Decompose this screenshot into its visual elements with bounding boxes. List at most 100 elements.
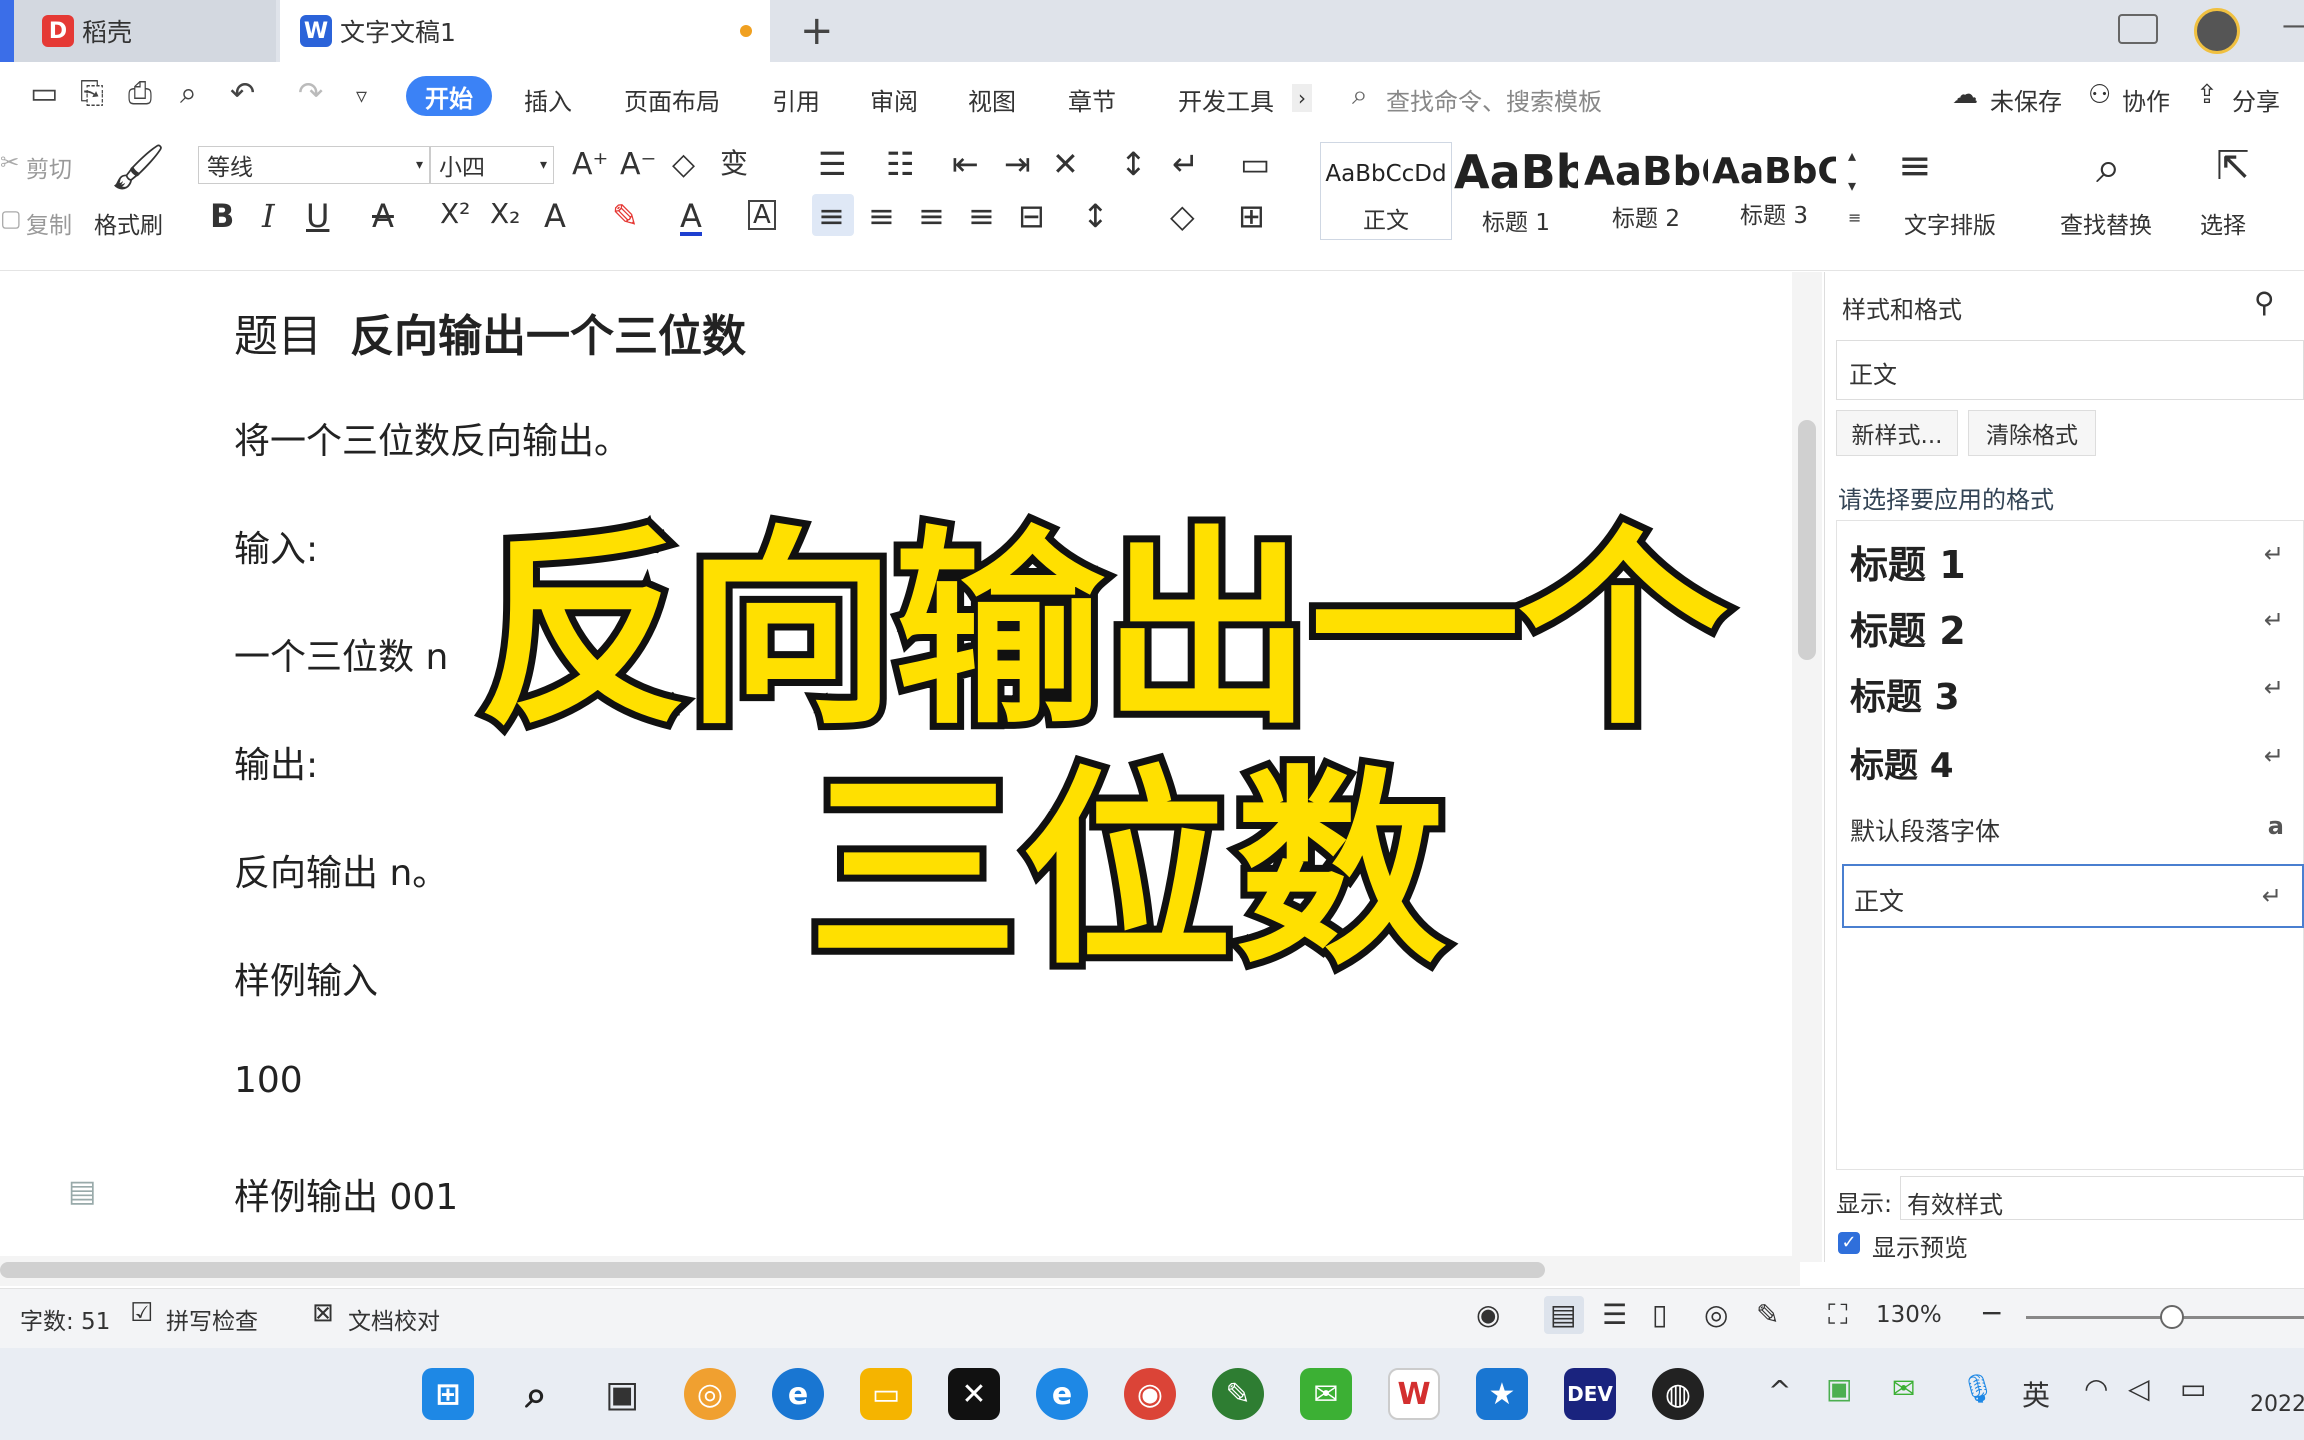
- font-color-icon[interactable]: A: [680, 200, 702, 236]
- save-icon[interactable]: ▭: [30, 76, 58, 111]
- paragraph[interactable]: 将一个三位数反向输出。: [234, 412, 630, 464]
- doc-outline-icon[interactable]: ▤: [68, 1174, 96, 1209]
- user-avatar[interactable]: [2194, 8, 2240, 54]
- obs-icon[interactable]: ◍: [1652, 1368, 1704, 1420]
- bullet-list-icon[interactable]: ☰: [818, 148, 847, 180]
- style-scroll-down-icon[interactable]: ▾: [1848, 176, 1856, 195]
- paragraph[interactable]: 输入:: [234, 520, 318, 572]
- chrome-icon[interactable]: ◉: [1124, 1368, 1176, 1420]
- style-list-heading-1[interactable]: 标题 1: [1850, 534, 1966, 589]
- ie-browser-icon[interactable]: e: [1036, 1368, 1088, 1420]
- nvidia-tray-icon[interactable]: ▣: [1826, 1372, 1852, 1405]
- taskbar-date[interactable]: 2022/: [2250, 1392, 2304, 1417]
- justify-icon[interactable]: ≡: [968, 200, 995, 232]
- decrease-indent-icon[interactable]: ⇤: [952, 148, 979, 180]
- style-heading-3[interactable]: AaBbC 标题 3: [1712, 145, 1836, 235]
- menu-review[interactable]: 审阅: [870, 82, 918, 117]
- style-more-icon[interactable]: ≡: [1848, 208, 1861, 227]
- zoom-slider-thumb[interactable]: [2160, 1305, 2184, 1329]
- text-layout-icon[interactable]: ≡: [1898, 146, 1932, 186]
- customize-toolbar-icon[interactable]: ▿: [356, 84, 367, 109]
- bold-icon[interactable]: B: [210, 200, 234, 232]
- paragraph[interactable]: 反向输出 n。: [234, 844, 448, 896]
- menu-references[interactable]: 引用: [772, 82, 820, 117]
- menu-start[interactable]: 开始: [406, 76, 492, 116]
- strikethrough-icon[interactable]: A: [372, 200, 394, 232]
- select-label[interactable]: 选择: [2200, 206, 2246, 240]
- wechat-tray-icon[interactable]: ✉: [1892, 1372, 1915, 1405]
- tray-expand-icon[interactable]: ^: [1768, 1374, 1791, 1407]
- styles-panel-title[interactable]: 样式和格式: [1842, 290, 1962, 325]
- style-scroll-up-icon[interactable]: ▴: [1848, 146, 1856, 165]
- zoom-out-icon[interactable]: −: [1980, 1296, 2003, 1329]
- menu-view[interactable]: 视图: [968, 82, 1016, 117]
- cut-button[interactable]: 剪切: [26, 150, 72, 184]
- menu-chapter[interactable]: 章节: [1068, 82, 1116, 117]
- show-marks-icon[interactable]: ↵: [1172, 148, 1199, 180]
- shading-icon[interactable]: ◇: [1170, 200, 1195, 232]
- style-list-default-font[interactable]: 默认段落字体: [1850, 812, 2000, 848]
- web-view-icon[interactable]: ◎: [1704, 1298, 1728, 1331]
- clear-format-button[interactable]: 清除格式: [1968, 410, 2096, 456]
- grow-font-icon[interactable]: A⁺: [572, 150, 608, 180]
- ime-indicator[interactable]: 英: [2022, 1374, 2050, 1414]
- superscript-icon[interactable]: X²: [440, 200, 470, 228]
- find-replace-icon[interactable]: ⌕: [2096, 146, 2121, 190]
- reading-view-icon[interactable]: ▯: [1652, 1298, 1667, 1331]
- show-filter-select[interactable]: 有效样式: [1900, 1176, 2304, 1220]
- task-view-icon[interactable]: ▣: [596, 1368, 648, 1420]
- style-heading-1[interactable]: AaBb 标题 1: [1454, 145, 1578, 236]
- new-style-button[interactable]: 新样式...: [1836, 410, 1958, 456]
- fit-page-icon[interactable]: ⛶: [1828, 1298, 1848, 1332]
- format-painter-icon[interactable]: 🖌: [110, 146, 166, 190]
- evernote-icon[interactable]: ✎: [1212, 1368, 1264, 1420]
- taskbar-search-icon[interactable]: ⌕: [510, 1368, 562, 1420]
- select-cursor-icon[interactable]: ⇱: [2216, 146, 2250, 186]
- phonetic-guide-icon[interactable]: 变: [720, 150, 748, 178]
- color-picker-app-icon[interactable]: ◎: [684, 1368, 736, 1420]
- window-layout-icon[interactable]: [2118, 14, 2158, 44]
- new-tab-icon[interactable]: +: [800, 8, 834, 54]
- find-replace-label[interactable]: 查找替换: [2060, 206, 2152, 240]
- italic-icon[interactable]: I: [262, 200, 275, 232]
- subscript-icon[interactable]: X₂: [490, 200, 520, 228]
- sort-icon[interactable]: ↕: [1120, 148, 1147, 180]
- pinned-app-icon[interactable]: ★: [1476, 1368, 1528, 1420]
- chinese-layout-icon[interactable]: ✕: [1052, 148, 1079, 180]
- spell-check-button[interactable]: 拼写检查: [166, 1302, 258, 1336]
- text-effect-icon[interactable]: A: [544, 200, 566, 232]
- eye-protection-icon[interactable]: ◉: [1476, 1298, 1500, 1331]
- align-center-icon[interactable]: ≡: [868, 200, 895, 232]
- command-search-input[interactable]: 查找命令、搜索模板: [1386, 82, 1602, 117]
- horizontal-scroll-thumb[interactable]: [0, 1262, 1545, 1278]
- print-icon[interactable]: ⎙: [128, 76, 152, 111]
- pin-icon[interactable]: ⚲: [2254, 286, 2275, 319]
- distribute-icon[interactable]: ⊟: [1018, 200, 1045, 232]
- export-icon[interactable]: ⎘: [80, 76, 104, 111]
- windows-start-icon[interactable]: ⊞: [422, 1368, 474, 1420]
- copy-button[interactable]: 复制: [26, 206, 72, 240]
- write-mode-icon[interactable]: ✎: [1756, 1298, 1779, 1331]
- current-style-box[interactable]: 正文: [1836, 340, 2304, 400]
- zoom-level[interactable]: 130%: [1876, 1302, 1942, 1328]
- menu-insert[interactable]: 插入: [524, 82, 572, 117]
- wps-taskbar-icon[interactable]: W: [1388, 1368, 1440, 1420]
- proofread-button[interactable]: 文档校对: [348, 1302, 440, 1336]
- borders-icon[interactable]: ⊞: [1238, 200, 1265, 232]
- wifi-icon[interactable]: ◠: [2084, 1372, 2108, 1405]
- show-preview-checkbox[interactable]: ✓: [1838, 1232, 1860, 1254]
- font-size-select[interactable]: 小四 ▾: [430, 146, 554, 184]
- menu-more-icon[interactable]: ›: [1292, 84, 1312, 112]
- dev-cpp-icon[interactable]: DEV: [1564, 1368, 1616, 1420]
- font-family-select[interactable]: 等线 ▾: [198, 146, 430, 184]
- page-view-icon[interactable]: ▤: [1550, 1298, 1576, 1331]
- paragraph[interactable]: 样例输入: [234, 952, 378, 1004]
- line-spacing-icon[interactable]: ↕: [1082, 200, 1109, 232]
- style-heading-2[interactable]: AaBbC 标题 2: [1584, 145, 1708, 235]
- paragraph[interactable]: 输出:: [234, 736, 318, 788]
- style-normal[interactable]: AaBbCcDd 正文: [1322, 145, 1450, 235]
- battery-icon[interactable]: ▭: [2180, 1372, 2206, 1405]
- collab-button[interactable]: 协作: [2122, 82, 2170, 117]
- undo-icon[interactable]: ↶: [230, 76, 255, 111]
- style-list-heading-3[interactable]: 标题 3: [1850, 668, 1960, 720]
